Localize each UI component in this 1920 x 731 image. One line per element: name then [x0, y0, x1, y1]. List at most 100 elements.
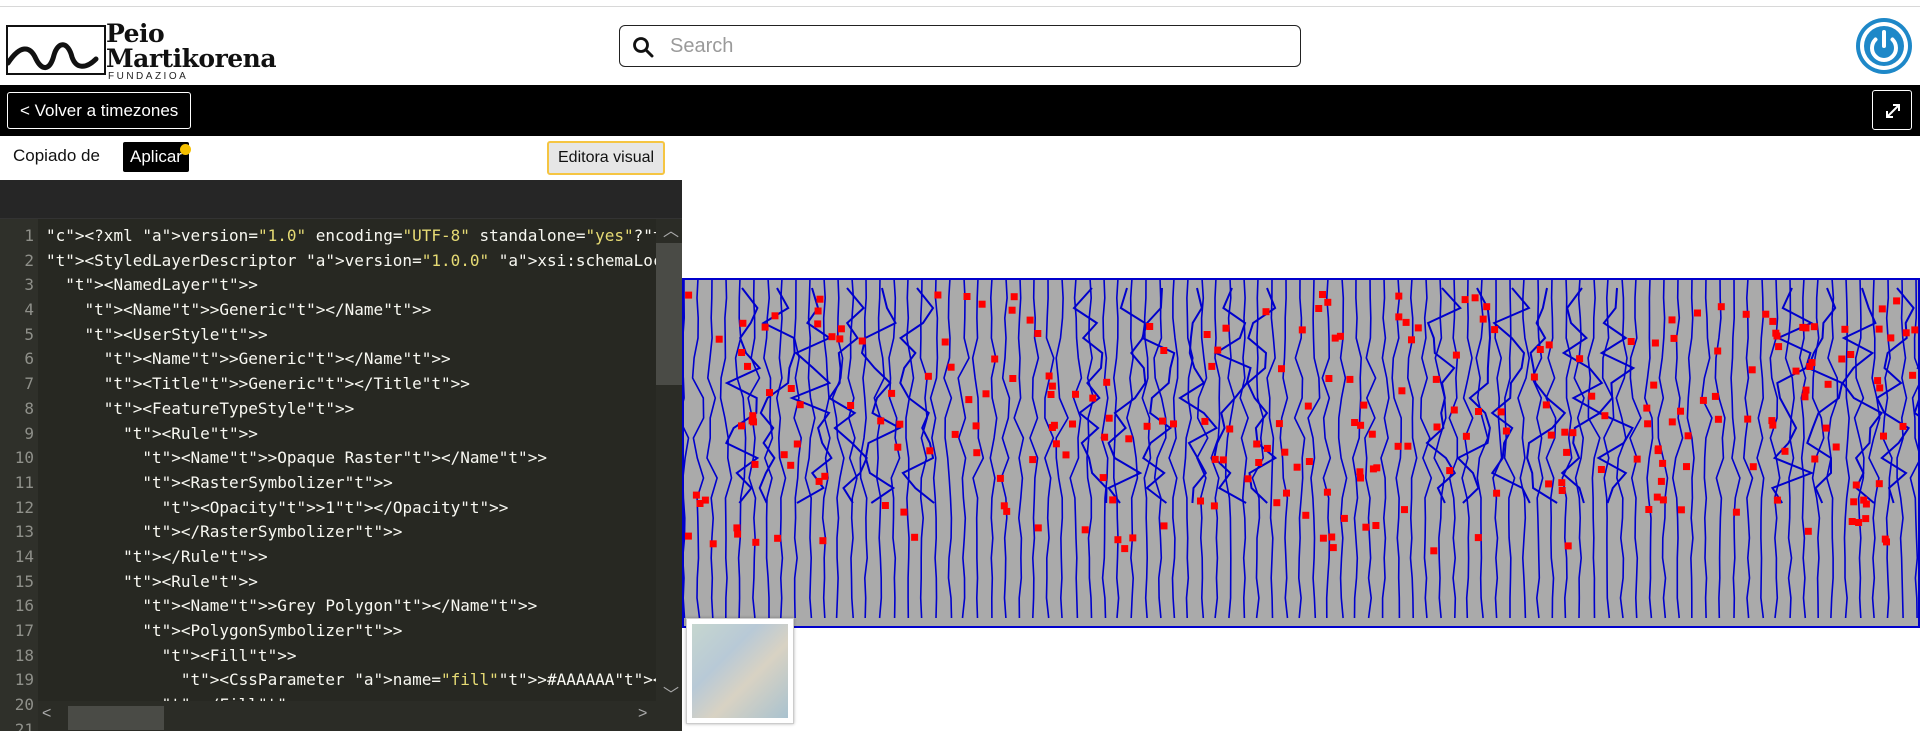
city-point	[1683, 463, 1690, 471]
city-point	[1034, 330, 1042, 337]
city-point	[1732, 508, 1740, 516]
code-text: "t"><Opacity"t">>1"t"></Opacity"t">>	[161, 497, 509, 517]
brand-logo[interactable]: Peio Martikorena FUNDAZIOA	[6, 19, 277, 82]
city-point	[749, 412, 757, 420]
city-point	[1659, 496, 1667, 504]
city-point	[1069, 420, 1076, 428]
search-input[interactable]	[670, 32, 1290, 60]
scroll-left-icon[interactable]: <	[42, 705, 51, 723]
city-point	[1909, 371, 1917, 379]
city-point	[1772, 329, 1780, 337]
city-point	[1450, 406, 1458, 414]
city-point	[1360, 401, 1368, 409]
city-point	[766, 389, 773, 397]
city-point	[816, 295, 824, 303]
city-point	[1668, 418, 1676, 426]
city-point	[1401, 506, 1408, 514]
code-line: 12 "t"><Opacity"t">>1"t"></Opacity"t">>	[0, 496, 660, 521]
city-point	[1491, 326, 1499, 334]
overview-minimap[interactable]	[686, 618, 794, 724]
brand-name: Peio Martikorena	[106, 21, 277, 71]
city-point	[1461, 296, 1469, 304]
horizontal-scrollbar[interactable]: < >	[38, 701, 656, 731]
city-point	[787, 461, 795, 469]
city-point	[1081, 526, 1089, 534]
code-text: "t"></Rule"t">>	[123, 546, 268, 566]
city-point	[1645, 506, 1653, 513]
city-point	[1558, 479, 1566, 487]
city-point	[1201, 417, 1209, 425]
line-number: 20	[14, 695, 34, 715]
pending-changes-dot	[179, 144, 191, 155]
city-point	[1008, 306, 1016, 314]
city-point	[1668, 316, 1676, 324]
vertical-scroll-thumb[interactable]	[656, 243, 682, 385]
scroll-down-icon[interactable]: ﹀	[663, 681, 679, 705]
city-point	[1497, 408, 1505, 416]
city-point	[1561, 428, 1569, 436]
city-point	[1293, 463, 1301, 471]
fullscreen-button[interactable]	[1872, 90, 1912, 130]
city-point	[934, 291, 942, 299]
city-point	[1099, 474, 1107, 482]
code-lines[interactable]: 1 "c"><?xml "a">version="1.0" encoding="U…	[0, 224, 682, 731]
city-point	[1211, 455, 1219, 463]
city-point	[1214, 346, 1222, 354]
city-point	[1114, 536, 1122, 544]
city-point	[1841, 325, 1849, 333]
city-point	[1545, 480, 1553, 488]
city-point	[881, 502, 889, 509]
search-box[interactable]	[619, 25, 1301, 67]
code-line: 16 "t"><Name"t">>Grey Polygon"t"></Name"…	[0, 594, 660, 619]
city-point	[793, 440, 801, 448]
city-point	[1222, 324, 1230, 332]
city-point	[1273, 499, 1281, 507]
scroll-up-icon[interactable]: ︿	[663, 219, 679, 241]
apply-button[interactable]: Aplicar	[123, 142, 191, 172]
city-point	[1588, 392, 1596, 400]
city-point	[1129, 534, 1137, 542]
code-editor[interactable]: 1 "c"><?xml "a">version="1.0" encoding="U…	[0, 219, 682, 731]
vertical-scrollbar[interactable]: ︿ ﹀	[656, 219, 682, 731]
city-point	[1801, 393, 1809, 401]
city-point	[1878, 305, 1886, 313]
code-text: "t"><Name"t">>Opaque Raster"t"></Name"t"…	[142, 448, 547, 468]
city-point	[1563, 448, 1571, 456]
city-point	[978, 300, 986, 308]
user-menu-button[interactable]	[1856, 18, 1912, 74]
city-point	[1324, 298, 1332, 306]
code-line: 13 "t"></RasterSymbolizer"t">>	[0, 520, 660, 545]
timezones-map[interactable]	[682, 278, 1920, 628]
city-point	[1159, 417, 1166, 425]
scroll-right-icon[interactable]: >	[638, 705, 647, 723]
code-text: "t"><CssParameter "a">name="fill""t">>#A…	[180, 670, 682, 690]
city-point	[1362, 523, 1370, 531]
expand-icon	[1886, 104, 1900, 118]
code-text: "t"><Name"t">>Generic"t"></Name"t">>	[84, 300, 432, 320]
top-border	[0, 0, 1920, 7]
city-point	[1143, 422, 1151, 430]
city-point	[1644, 420, 1652, 428]
code-line: 6 "t"><Name"t">>Generic"t"></Name"t">>	[0, 347, 660, 372]
city-point	[1875, 480, 1883, 488]
city-point	[1643, 404, 1651, 412]
visual-editor-button[interactable]: Editora visual	[547, 141, 666, 175]
horizontal-scroll-thumb[interactable]	[68, 706, 164, 730]
city-point	[1569, 429, 1577, 437]
city-point	[774, 534, 782, 542]
code-text: "t"><PolygonSymbolizer"t">>	[142, 621, 403, 640]
city-point	[1714, 347, 1722, 355]
city-point	[941, 338, 949, 346]
city-point	[1101, 433, 1109, 441]
city-point	[685, 291, 693, 299]
city-point	[1633, 455, 1641, 463]
city-point	[1034, 524, 1042, 532]
city-point	[1160, 522, 1168, 530]
city-point	[1653, 493, 1661, 501]
city-point	[1714, 415, 1722, 423]
back-to-timezones-button[interactable]: < Volver a timezones	[7, 92, 192, 129]
line-number: 9	[24, 423, 34, 443]
map-preview[interactable]	[682, 136, 1920, 731]
city-point	[1850, 498, 1858, 506]
city-point	[1323, 488, 1331, 496]
